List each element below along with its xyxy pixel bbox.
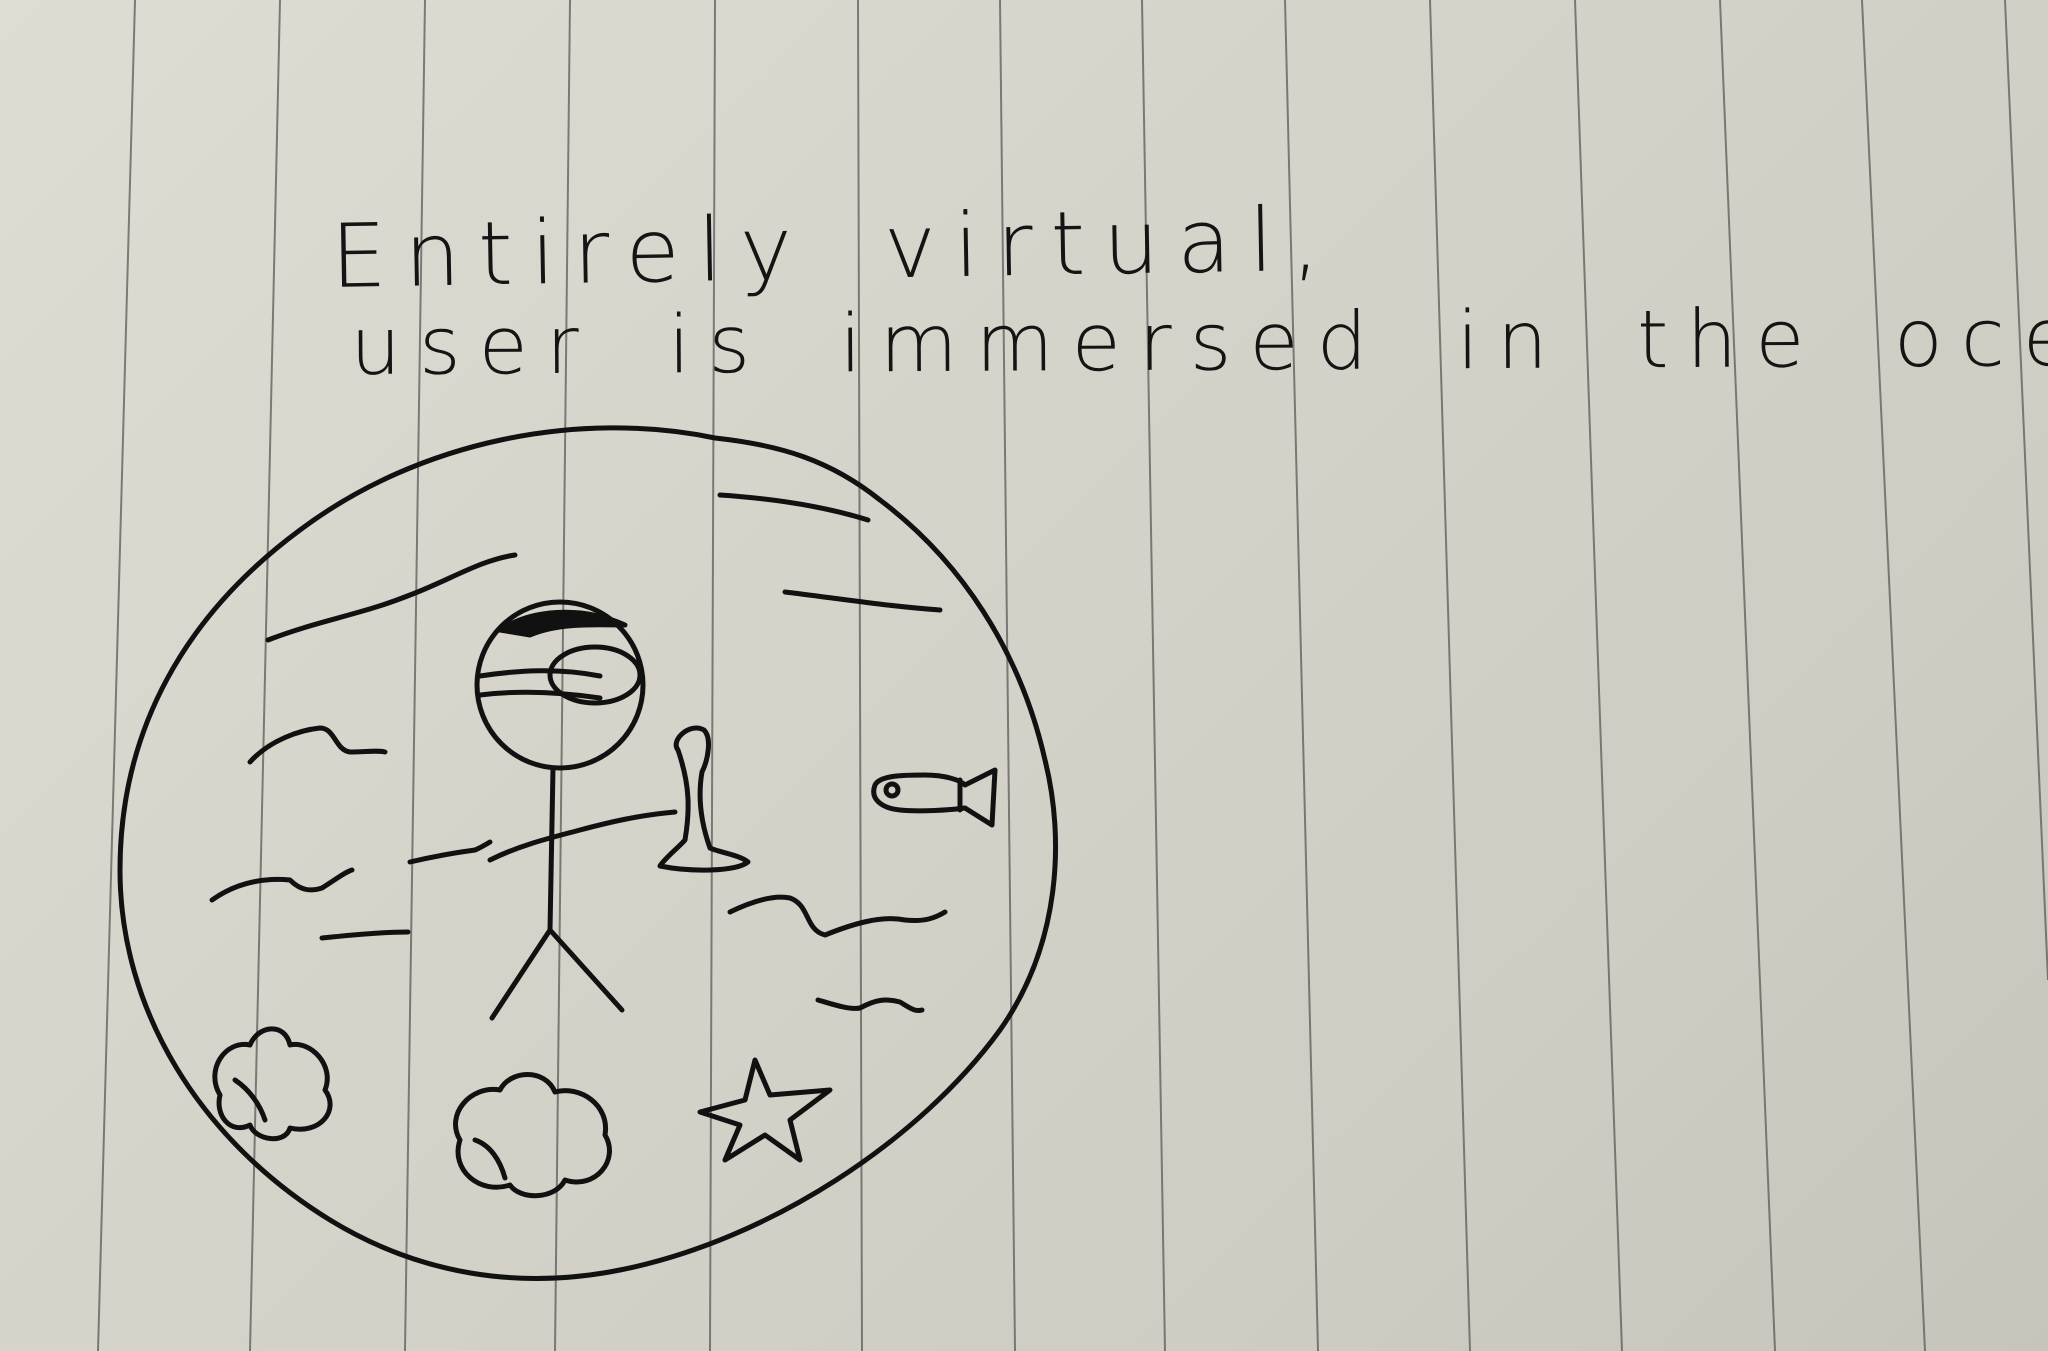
wave-line (265, 552, 518, 643)
wave-line (717, 492, 871, 523)
wave-line (407, 839, 493, 865)
wave-line (209, 867, 355, 903)
wave-line (247, 725, 388, 765)
notebook-page: Entirely virtual, user is immersed in th… (0, 0, 2048, 1351)
controller-icon (657, 725, 751, 873)
fish-eye (883, 781, 901, 799)
wave-line (782, 589, 943, 613)
person-arm (487, 809, 678, 863)
person-leg (547, 927, 625, 1013)
coral-icon (453, 1072, 612, 1199)
starfish-icon (697, 1057, 833, 1163)
person-leg (489, 927, 553, 1021)
coral-icon (212, 1026, 333, 1141)
vr-headset-icon (477, 668, 603, 701)
wave-line (815, 997, 925, 1013)
wave-line (727, 894, 948, 938)
ocean-sketch (117, 425, 1059, 1281)
wave-line (319, 929, 411, 941)
person-torso (547, 765, 556, 933)
immersion-bubble (117, 425, 1059, 1281)
